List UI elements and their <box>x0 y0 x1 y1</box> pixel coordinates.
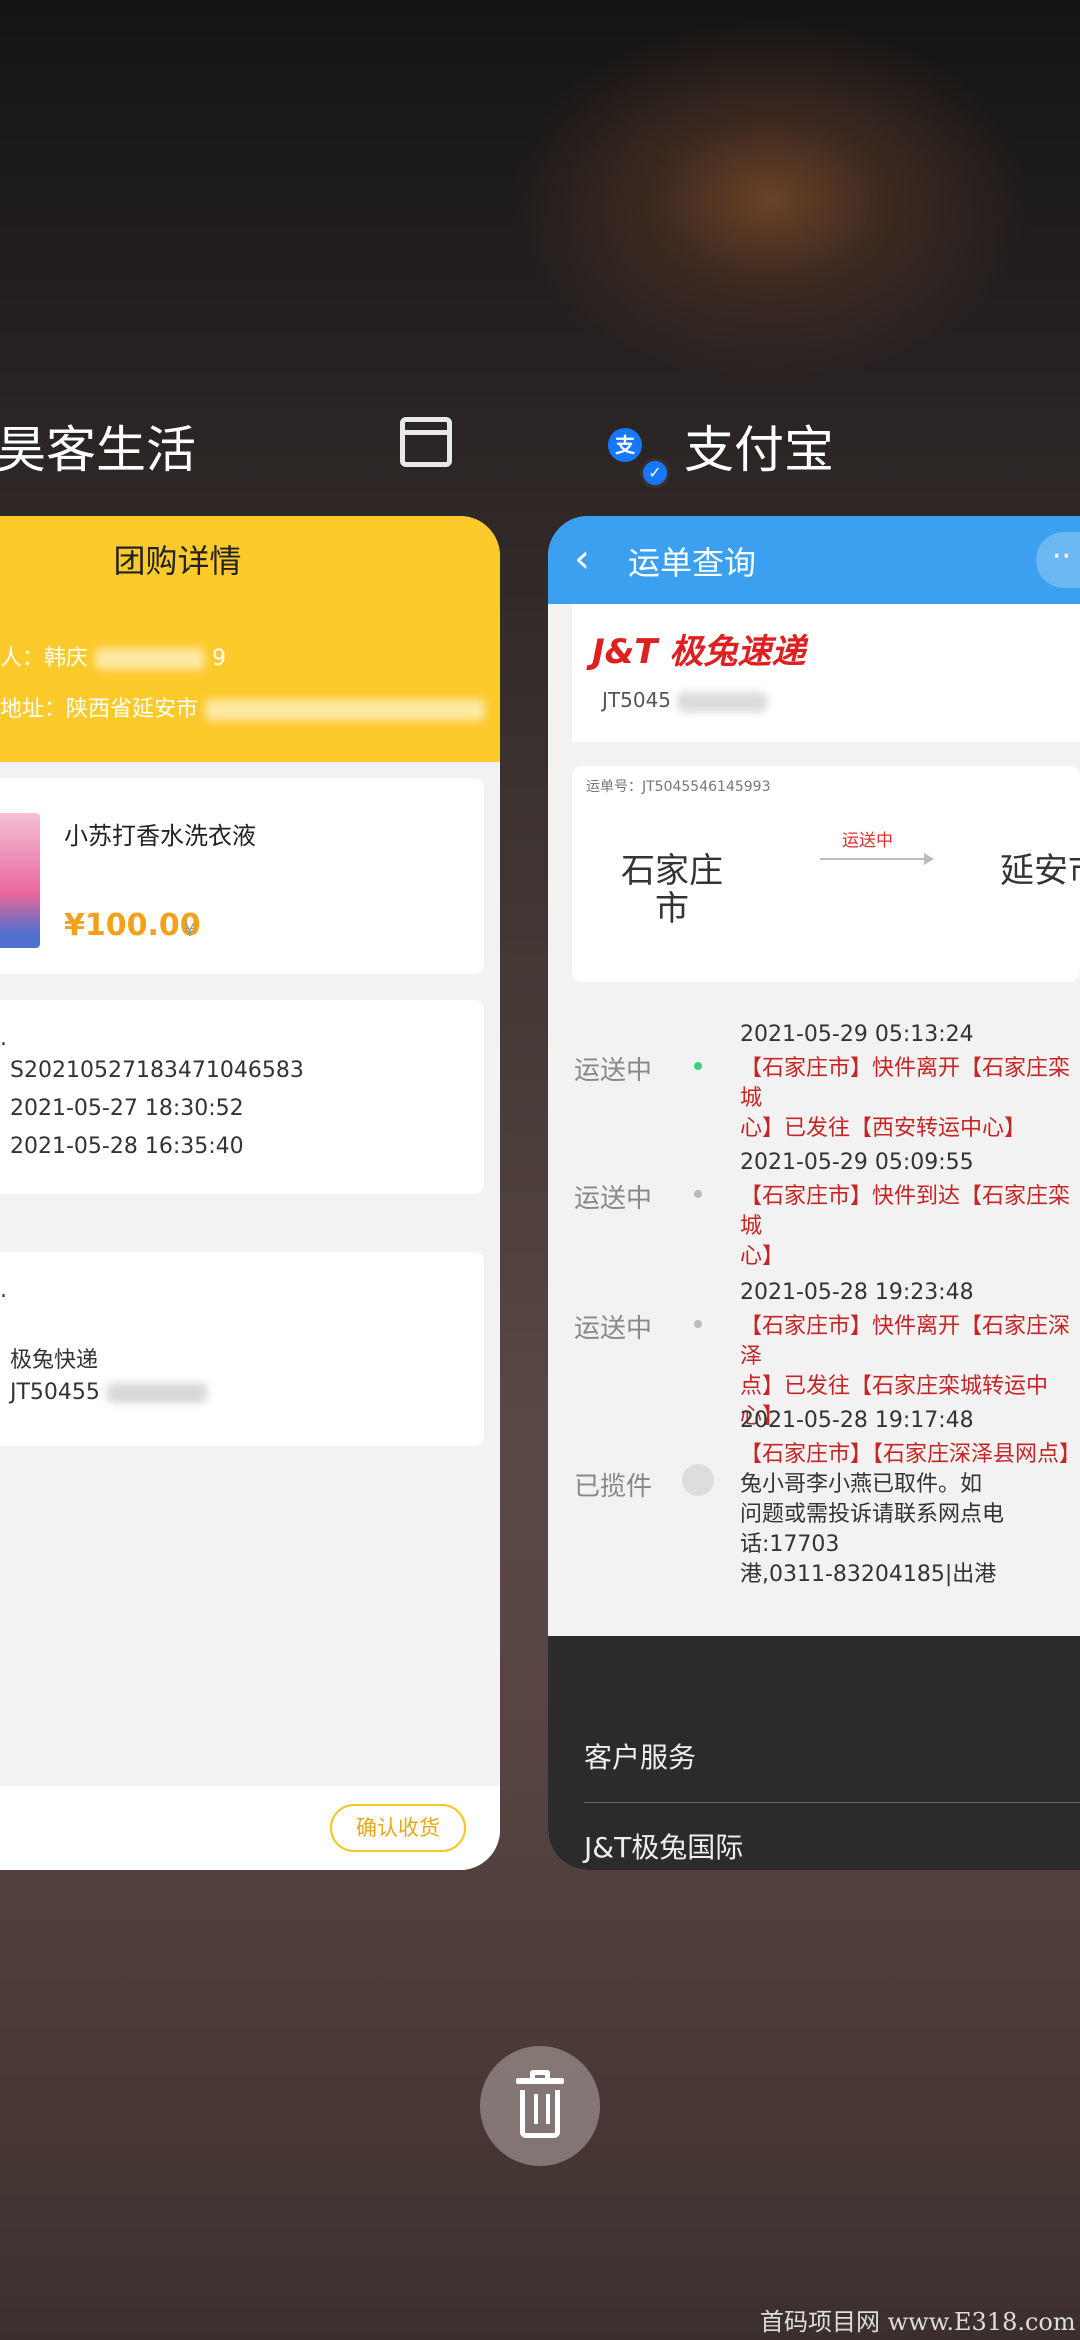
product-price: ¥100.00 <box>64 908 201 943</box>
redacted-phone <box>95 648 206 670</box>
timeline-dot <box>694 1062 702 1070</box>
route-summary: 运单号：JT5045546145993 石家庄 市 运送中 延安市 <box>572 766 1080 982</box>
recipient-address: 地址：陕西省延安市 <box>0 691 486 723</box>
order-header: 团购详情 人：韩庆 9 地址：陕西省延安市 <box>0 516 500 762</box>
footer-link-customer-service[interactable]: 客户服务 <box>584 1736 696 1776</box>
order-info-marker: . <box>0 1026 7 1051</box>
courier-avatar-icon <box>682 1464 714 1496</box>
recipient-tail: 9 <box>212 646 227 671</box>
timeline-desc: 【石家庄市】快件离开【石家庄栾城 心】已发往【西安转运中心】 <box>740 1056 1071 1141</box>
timeline-status: 运送中 <box>574 1314 653 1344</box>
order-number: S20210527183471046583 <box>10 1058 304 1083</box>
redacted-address <box>205 699 486 721</box>
tracking-number-partial: JT50455 <box>10 1380 100 1405</box>
timeline-time: 2021-05-28 19:17:48 <box>740 1408 974 1433</box>
from-city: 石家庄 市 <box>621 851 723 929</box>
redacted-tracking <box>106 1383 207 1403</box>
nav-bar: ‹ 运单查询 ·· <box>548 516 1080 604</box>
address-label: 地址：陕西省延安市 <box>0 697 199 722</box>
recipient-name: 人：韩庆 9 <box>0 640 226 672</box>
product-name: 小苏打香水洗衣液 <box>64 822 256 850</box>
right-app-title[interactable]: 支付宝 <box>684 410 834 482</box>
watermark: 首码项目网 www.E318.com <box>760 2308 1076 2336</box>
timeline-time: 2021-05-29 05:13:24 <box>740 1022 974 1047</box>
shipping-info-marker: . <box>0 1278 7 1303</box>
route-arrow-icon <box>820 853 934 865</box>
tracking-number: JT50455 <box>10 1380 207 1405</box>
timeline-status: 已揽件 <box>574 1472 653 1502</box>
timeline-dot <box>694 1320 702 1328</box>
timeline-time: 2021-05-28 19:23:48 <box>740 1280 974 1305</box>
window-icon[interactable] <box>400 417 452 467</box>
more-button[interactable]: ·· <box>1036 532 1080 588</box>
jt-logo: J&T 极兔速递 <box>592 632 806 672</box>
shipping-info-card[interactable]: . 极兔快递 JT50455 <box>0 1252 484 1446</box>
ship-time: 2021-05-28 16:35:40 <box>10 1134 244 1159</box>
verified-badge-icon: ✓ <box>640 458 670 488</box>
timeline-desc: 【石家庄市】快件到达【石家庄栾城 心】 <box>740 1184 1071 1269</box>
timeline-time: 2021-05-29 05:09:55 <box>740 1150 974 1175</box>
order-time: 2021-05-27 18:30:52 <box>10 1096 244 1121</box>
alipay-icon: 支 <box>608 428 642 462</box>
order-info-card: . S20210527183471046583 2021-05-27 18:30… <box>0 1000 484 1194</box>
courier-logo-box: J&T 极兔速递 JT5045 <box>572 604 1080 742</box>
redacted-tracking <box>677 691 768 712</box>
timeline-desc-red: 【石家庄市】【石家庄深泽县网点】 <box>740 1442 1080 1467</box>
confirm-receipt-button[interactable]: 确认收货 <box>330 1804 466 1852</box>
timeline-dot <box>694 1190 702 1198</box>
product-image <box>0 813 40 948</box>
clear-all-button[interactable] <box>480 2046 600 2166</box>
route-number: 运单号：JT5045546145993 <box>586 779 771 795</box>
to-city: 延安市 <box>1000 851 1080 891</box>
left-app-title[interactable]: 昊客生活 <box>0 410 196 482</box>
recipient-label: 人：韩庆 <box>0 646 89 671</box>
nav-title: 运单查询 <box>628 544 757 582</box>
product-price-unit: ¥ <box>184 920 196 941</box>
footer-divider <box>584 1802 1080 1803</box>
timeline-status: 运送中 <box>574 1184 653 1214</box>
left-app-card[interactable]: 团购详情 人：韩庆 9 地址：陕西省延安市 小苏打香水洗衣液 ¥100.00 ¥… <box>0 516 500 1870</box>
footer-link-jt-international[interactable]: J&T极兔国际 <box>584 1826 743 1866</box>
timeline-status: 运送中 <box>574 1056 653 1086</box>
page-title: 团购详情 <box>113 542 242 580</box>
timeline-desc: 兔小哥李小燕已取件。如 问题或需投诉请联系网点电话:17703 港,0311-8… <box>740 1472 1005 1587</box>
route-status: 运送中 <box>842 831 893 851</box>
back-chevron-icon[interactable]: ‹ <box>574 536 590 582</box>
tracking-number: JT5045 <box>602 688 768 712</box>
courier-name: 极兔快递 <box>10 1348 99 1373</box>
tracking-number-partial: JT5045 <box>602 688 672 712</box>
product-card[interactable]: 小苏打香水洗衣液 ¥100.00 ¥ <box>0 778 484 974</box>
right-app-card[interactable]: ‹ 运单查询 ·· J&T 极兔速递 JT5045 运单号：JT50455461… <box>548 516 1080 1870</box>
